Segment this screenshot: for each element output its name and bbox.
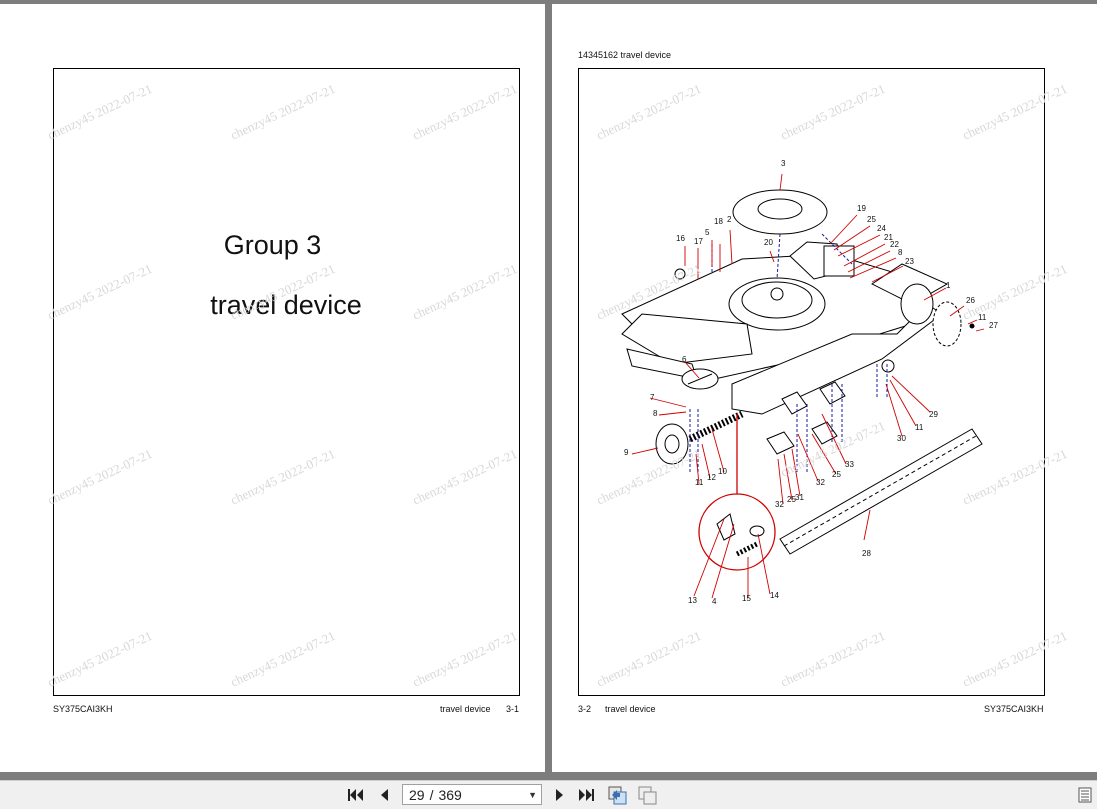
callout: 6 — [682, 355, 687, 364]
callout: 1 — [946, 281, 951, 290]
left-footer-model: SY375CAI3KH — [53, 704, 113, 714]
callout: 27 — [989, 321, 998, 330]
left-page-frame — [53, 68, 520, 696]
callout: 31 — [795, 493, 804, 502]
page-number-field[interactable]: 29 / 369 ▼ — [402, 784, 542, 805]
page-separator: / — [429, 786, 434, 803]
chevron-down-icon[interactable]: ▼ — [528, 785, 537, 805]
callout: 23 — [905, 257, 914, 266]
callout: 9 — [624, 448, 629, 457]
left-footer-section: travel device — [440, 704, 491, 714]
callout: 25 — [832, 470, 841, 479]
next-page-icon[interactable] — [550, 785, 570, 805]
callout: 5 — [705, 228, 710, 237]
right-footer-page: 3-2 — [578, 704, 592, 714]
callout: 20 — [764, 238, 773, 247]
callout: 2 — [727, 215, 732, 224]
callout: 19 — [857, 204, 866, 213]
right-footer-section: travel device — [605, 704, 656, 714]
callout: 26 — [966, 296, 975, 305]
callout: 8 — [898, 248, 903, 257]
current-page: 29 — [409, 786, 425, 803]
callout: 30 — [897, 434, 906, 443]
callout: 32 — [816, 478, 825, 487]
callout: 12 — [707, 473, 716, 482]
last-page-icon[interactable] — [576, 785, 598, 805]
callout: 11 — [695, 478, 704, 487]
right-page: 14345162 travel device 1 2 3 4 5 6 7 8 8… — [552, 4, 1097, 772]
group-title: Group 3 — [223, 230, 322, 260]
previous-page-icon[interactable] — [374, 785, 394, 805]
callout: 28 — [862, 549, 871, 558]
callout: 10 — [718, 467, 727, 476]
callout: 22 — [890, 240, 899, 249]
callout: 33 — [845, 460, 854, 469]
callout: 29 — [929, 410, 938, 419]
first-page-icon[interactable] — [344, 785, 366, 805]
section-title: travel device — [210, 290, 362, 320]
callout: 11 — [978, 313, 987, 322]
callout: 3 — [781, 159, 786, 168]
left-page: Group 3 travel device SY375CAI3KH travel… — [0, 4, 545, 772]
right-footer-model: SY375CAI3KH — [984, 704, 1044, 714]
callout: 15 — [742, 594, 751, 603]
callout: 24 — [877, 224, 886, 233]
callout: 8 — [653, 409, 658, 418]
callout: 4 — [712, 597, 717, 606]
callout: 11 — [915, 423, 924, 432]
callout: 13 — [688, 596, 697, 605]
callout: 25 — [867, 215, 876, 224]
callout: 18 — [714, 217, 723, 226]
single-page-view-icon[interactable] — [606, 785, 630, 805]
callout: 17 — [694, 237, 703, 246]
navigation-toolbar: 29 / 369 ▼ — [0, 780, 1097, 809]
travel-device-exploded-diagram — [621, 173, 985, 599]
callout: 7 — [650, 393, 655, 402]
callout: 16 — [676, 234, 685, 243]
callout: 32 — [775, 500, 784, 509]
two-page-view-icon[interactable] — [636, 785, 660, 805]
callout: 14 — [770, 591, 779, 600]
total-pages: 369 — [438, 786, 462, 803]
sidebar-toggle-icon[interactable] — [1076, 785, 1094, 805]
left-footer-page: 3-1 — [506, 704, 520, 714]
